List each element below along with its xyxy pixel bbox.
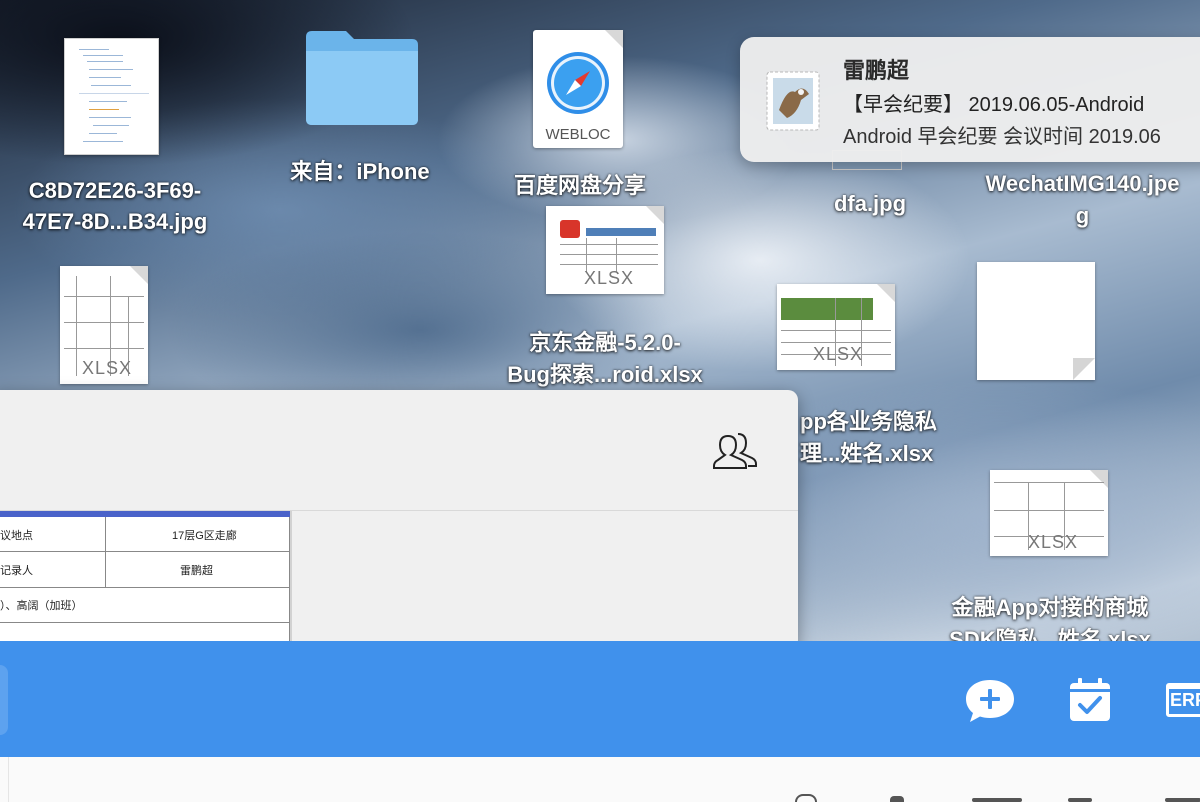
toolbar-glyph-3 — [972, 798, 1022, 802]
cell-recorder-label: 记录人 — [0, 565, 33, 577]
erp-icon[interactable]: ERP — [1166, 683, 1200, 717]
toolbar-glyph-5 — [1165, 798, 1200, 802]
xlsx-badge: XLSX — [584, 268, 635, 288]
preview-panel-border — [290, 511, 292, 650]
desktop-file-xlsx-left[interactable]: XLSX — [40, 260, 170, 390]
desktop-file-jdjr-xlsx[interactable]: XLSX 京东金融-5.2.0- Bug探索...roid.xlsx — [490, 200, 720, 390]
desktop-file-wechatimg140[interactable]: WechatIMG140.jpe g — [965, 160, 1200, 240]
xlsx-badge: XLSX — [1028, 532, 1079, 552]
cell-meeting-place-label: 议地点 — [0, 530, 33, 542]
notification-preview: Android 早会纪要 会议时间 2019.06 — [843, 126, 1161, 148]
xlsx-document-icon: XLSX — [60, 266, 148, 384]
cell-attendees: ）、高阔（加班） — [0, 600, 83, 612]
desktop-folder-label: 来自：iPhone — [290, 159, 430, 184]
toolbar-glyph-4 — [1068, 798, 1092, 802]
cell-recorder-value: 雷鹏超 — [180, 565, 213, 577]
app-dock-bar: ERP — [0, 641, 1200, 757]
desktop-file-label: 京东金融-5.2.0- — [529, 330, 681, 355]
desktop-file-label: pp各业务隐私 — [800, 409, 937, 434]
webloc-document-icon: WEBLOC — [533, 30, 623, 148]
xlsx-badge: XLSX — [82, 358, 133, 378]
mail-window[interactable]: 议地点 17层G区走廊 记录人 雷鹏超 ）、高阔（加班） — [0, 390, 798, 650]
desktop-file-webloc[interactable]: WEBLOC 百度网盘分享 — [490, 25, 670, 205]
desktop-file-blank[interactable] — [960, 256, 1110, 386]
desktop-file-finance-xlsx[interactable]: XLSX 金融App对接的商城 SDK隐私...姓名.xlsx — [930, 462, 1170, 652]
desktop-file-label: Bug探索...roid.xlsx — [507, 362, 703, 387]
desktop-file-label: g — [1075, 203, 1090, 228]
blank-document-icon — [977, 262, 1095, 380]
xlsx-badge: XLSX — [813, 344, 864, 364]
desktop-file-label: 47E7-8D...B34.jpg — [22, 209, 208, 234]
calendar-check-icon[interactable] — [1068, 677, 1112, 723]
desktop-file-c8d72e26[interactable]: C8D72E26-3F69- 47E7-8D...B34.jpg — [0, 0, 230, 240]
notification-sender: 雷鹏超 — [843, 58, 910, 83]
desktop-file-xlsx-green[interactable]: XLSX — [760, 276, 910, 376]
xlsx-document-icon: XLSX — [990, 470, 1108, 556]
desktop-file-label: WechatIMG140.jpe — [985, 171, 1180, 196]
preview-accent-bar — [0, 511, 290, 517]
xlsx-document-icon: XLSX — [777, 284, 895, 370]
notification-subject: 【早会纪要】 2019.06.05-Android — [843, 94, 1145, 116]
desktop-file-label: 百度网盘分享 — [513, 173, 646, 198]
desktop-file-label: 金融App对接的商城 — [951, 595, 1149, 620]
webloc-badge: WEBLOC — [545, 126, 611, 143]
erp-label: ERP — [1170, 690, 1200, 710]
message-preview-sheet: 议地点 17层G区走廊 记录人 雷鹏超 ）、高阔（加班） — [0, 511, 290, 650]
contacts-icon[interactable] — [712, 430, 762, 472]
toolbar-glyph-1 — [795, 794, 817, 802]
dock-left-tab[interactable] — [0, 665, 8, 735]
desktop-folder-iphone[interactable]: 来自：iPhone — [270, 25, 450, 195]
bottom-toolbar-strip — [0, 757, 1200, 802]
safari-compass-icon — [547, 52, 609, 114]
mail-notification[interactable]: 雷鹏超 【早会纪要】 2019.06.05-Android Android 早会… — [740, 37, 1200, 162]
toolbar-glyph-2 — [890, 796, 904, 802]
cell-meeting-place-value: 17层G区走廊 — [172, 530, 237, 542]
desktop-file-label: C8D72E26-3F69- — [28, 178, 202, 203]
chat-add-icon[interactable] — [964, 678, 1016, 724]
desktop-file-label: dfa.jpg — [833, 191, 907, 216]
mail-stamp-icon — [766, 71, 820, 131]
document-thumbnail-icon — [64, 38, 159, 155]
folder-icon — [306, 31, 418, 125]
xlsx-document-icon: XLSX — [546, 206, 664, 294]
